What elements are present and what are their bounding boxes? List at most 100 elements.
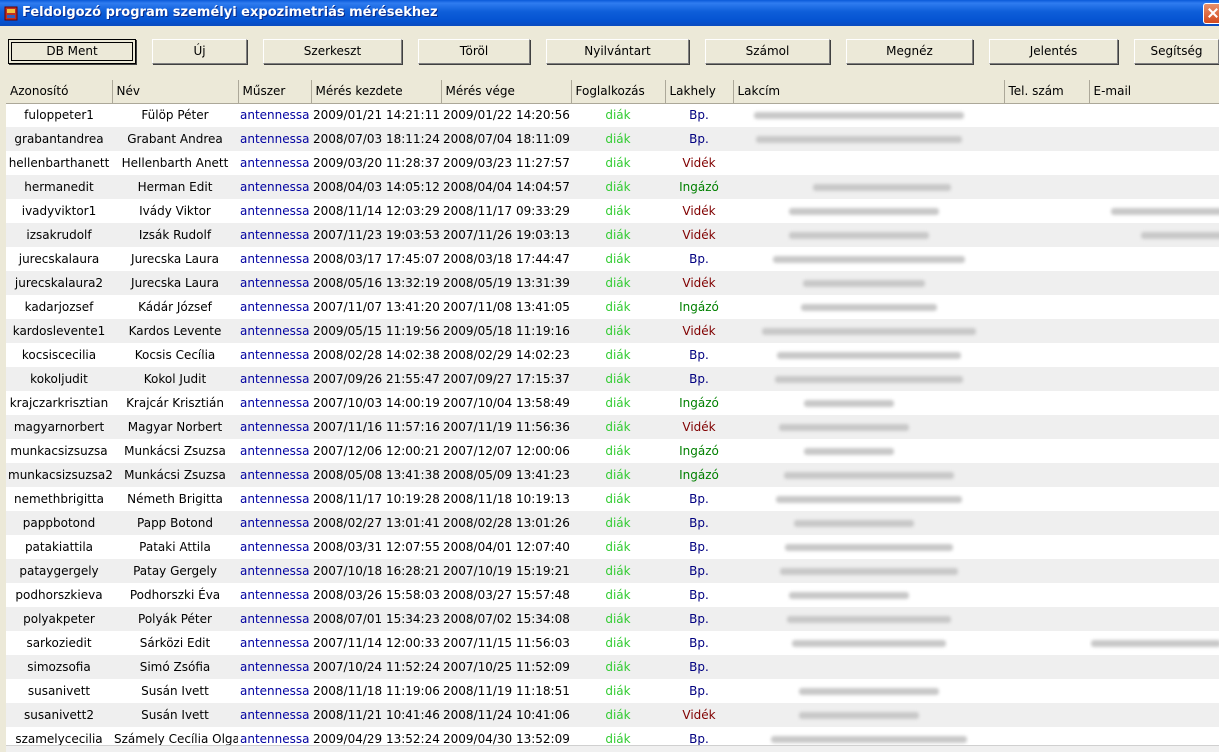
foglalkozas-cell: diák <box>571 103 665 127</box>
table-row[interactable]: patakiattila Pataki Attila antennessa 2008/… <box>6 535 1219 559</box>
column-header[interactable]: Lakhely <box>665 80 734 104</box>
torol-button[interactable]: Töröl <box>418 39 530 64</box>
column-header[interactable]: Foglalkozás <box>571 80 666 104</box>
name-cell: Sárközi Edit <box>112 631 238 655</box>
table-row[interactable]: simozsofia Simó Zsófia antennessa 2007/10/2… <box>6 655 1219 679</box>
end-cell: 2007/12/07 12:00:06 <box>441 439 571 463</box>
table-row[interactable]: pappbotond Papp Botond antennessa 2008/02/2… <box>6 511 1219 535</box>
name-cell: Kokol Judit <box>112 367 238 391</box>
redacted-text <box>755 136 962 143</box>
table-row[interactable]: jurecskalaura2 Jurecska Laura antennessa 20… <box>6 271 1219 295</box>
name-cell: Susán Ivett <box>112 679 238 703</box>
table-row[interactable]: jurecskalaura Jurecska Laura antennessa 200… <box>6 247 1219 271</box>
address-cell-redacted <box>733 415 1004 439</box>
szamol-button[interactable]: Számol <box>705 39 830 64</box>
id-cell: jurecskalaura <box>6 247 112 271</box>
column-header[interactable]: Mérés kezdete <box>311 80 442 104</box>
lakhely-cell: Ingázó <box>665 295 733 319</box>
table-row[interactable]: pataygergely Patay Gergely antennessa 2007/… <box>6 559 1219 583</box>
szerkeszt-button[interactable]: Szerkeszt <box>263 39 402 64</box>
column-header[interactable]: Név <box>112 80 239 104</box>
jelentes-button[interactable]: Jelentés <box>989 39 1118 64</box>
lakhely-cell: Ingázó <box>665 175 733 199</box>
start-cell: 2008/04/03 14:05:12 <box>311 175 441 199</box>
table-row[interactable]: sarkoziedit Sárközi Edit antennessa 2007/11… <box>6 631 1219 655</box>
email-cell-redacted <box>1089 151 1219 175</box>
id-cell: podhorszkieva <box>6 583 112 607</box>
column-header[interactable]: Azonosító <box>6 80 113 104</box>
table-row[interactable]: magyarnorbert Magyar Norbert antennessa 200… <box>6 415 1219 439</box>
table-row[interactable]: podhorszkieva Podhorszki Éva antennessa 200… <box>6 583 1219 607</box>
muszer-cell: antennessa <box>238 223 311 247</box>
table-row[interactable]: kardoslevente1 Kardos Levente antennessa 20… <box>6 319 1219 343</box>
table-row[interactable]: hellenbarthanett Hellenbarth Anett antenne… <box>6 151 1219 175</box>
table-row[interactable]: munkacsizsuzsa2 Munkácsi Zsuzsa antennessa… <box>6 463 1219 487</box>
email-cell-redacted <box>1089 655 1219 679</box>
lakhely-cell: Vidék <box>665 199 733 223</box>
segitseg-button[interactable]: Segítség <box>1134 39 1219 64</box>
table-row[interactable]: susanivett2 Susán Ivett antennessa 2008/11/… <box>6 703 1219 727</box>
lakhely-cell: Ingázó <box>665 463 733 487</box>
table-row[interactable]: kokoljudit Kokol Judit antennessa 2007/09/2… <box>6 367 1219 391</box>
nyilvantart-button[interactable]: Nyilvántart <box>546 39 689 64</box>
id-cell: nemethbrigitta <box>6 487 112 511</box>
table-row[interactable]: nemethbrigitta Németh Brigitta antennessa 2… <box>6 487 1219 511</box>
uj-button[interactable]: Új <box>152 39 247 64</box>
column-header[interactable]: Lakcím <box>733 80 1005 104</box>
name-cell: Papp Botond <box>112 511 238 535</box>
measurements-grid[interactable]: Azonosító Név Műszer Mérés kezdete Mérés vég… <box>6 80 1219 751</box>
address-cell-redacted <box>733 223 1004 247</box>
redacted-text <box>798 712 919 719</box>
column-header[interactable]: Mérés vége <box>441 80 572 104</box>
table-row[interactable]: susanivett Susán Ivett antennessa 2008/11/1… <box>6 679 1219 703</box>
id-cell: kadarjozsef <box>6 295 112 319</box>
table-row[interactable]: fuloppeter1 Fülöp Péter antennessa 2009/01/… <box>6 103 1219 127</box>
lakhely-cell: Bp. <box>665 367 733 391</box>
email-cell-redacted <box>1089 679 1219 703</box>
redacted-text <box>788 232 929 239</box>
table-row[interactable]: izsakrudolf Izsák Rudolf antennessa 2007/11… <box>6 223 1219 247</box>
table-row[interactable]: grabantandrea Grabant Andrea antennessa 200… <box>6 127 1219 151</box>
address-cell-redacted <box>733 319 1004 343</box>
column-header[interactable]: Műszer <box>238 80 312 104</box>
address-cell-redacted <box>733 631 1004 655</box>
name-cell: Magyar Norbert <box>112 415 238 439</box>
phone-cell-redacted <box>1004 343 1089 367</box>
lakhely-cell: Bp. <box>665 535 733 559</box>
phone-cell-redacted <box>1004 175 1089 199</box>
column-header[interactable]: Tel. szám <box>1004 80 1090 104</box>
name-cell: Hellenbarth Anett <box>112 151 238 175</box>
close-button[interactable] <box>1203 3 1219 24</box>
megnez-button[interactable]: Megnéz <box>846 39 973 64</box>
db-ment-button[interactable]: DB Ment <box>8 39 136 64</box>
table-row[interactable]: kadarjozsef Kádár József antennessa 2007/11… <box>6 295 1219 319</box>
id-cell: magyarnorbert <box>6 415 112 439</box>
phone-cell-redacted <box>1004 439 1089 463</box>
column-header[interactable]: E-mail <box>1089 80 1219 104</box>
foglalkozas-cell: diák <box>571 583 665 607</box>
end-cell: 2009/05/18 11:19:16 <box>441 319 571 343</box>
end-cell: 2007/11/19 11:56:36 <box>441 415 571 439</box>
phone-cell-redacted <box>1004 151 1089 175</box>
foglalkozas-cell: diák <box>571 487 665 511</box>
start-cell: 2009/01/21 14:21:11 <box>311 103 441 127</box>
address-cell-redacted <box>733 151 1004 175</box>
table-row[interactable]: polyakpeter Polyák Péter antennessa 2008/07… <box>6 607 1219 631</box>
lakhely-cell: Bp. <box>665 607 733 631</box>
phone-cell-redacted <box>1004 679 1089 703</box>
table-row[interactable]: hermanedit Herman Edit antennessa 2008/04/0… <box>6 175 1219 199</box>
table-row[interactable]: kocsiscecilia Kocsis Cecília antennessa 200… <box>6 343 1219 367</box>
muszer-cell: antennessa <box>238 439 311 463</box>
start-cell: 2009/03/20 11:28:37 <box>311 151 441 175</box>
name-cell: Munkácsi Zsuzsa <box>112 439 238 463</box>
redacted-text <box>753 112 964 120</box>
name-cell: Krajcár Krisztián <box>112 391 238 415</box>
foglalkozas-cell: diák <box>571 679 665 703</box>
table-row[interactable]: krajczarkrisztian Krajcár Krisztián antenn… <box>6 391 1219 415</box>
redacted-text <box>778 424 909 431</box>
start-cell: 2008/02/28 14:02:38 <box>311 343 441 367</box>
phone-cell-redacted <box>1004 463 1089 487</box>
table-row[interactable]: ivadyviktor1 Ivády Viktor antennessa 2008/1… <box>6 199 1219 223</box>
table-row[interactable]: munkacsizsuzsa Munkácsi Zsuzsa antennessa 2… <box>6 439 1219 463</box>
end-cell: 2008/02/28 13:01:26 <box>441 511 571 535</box>
